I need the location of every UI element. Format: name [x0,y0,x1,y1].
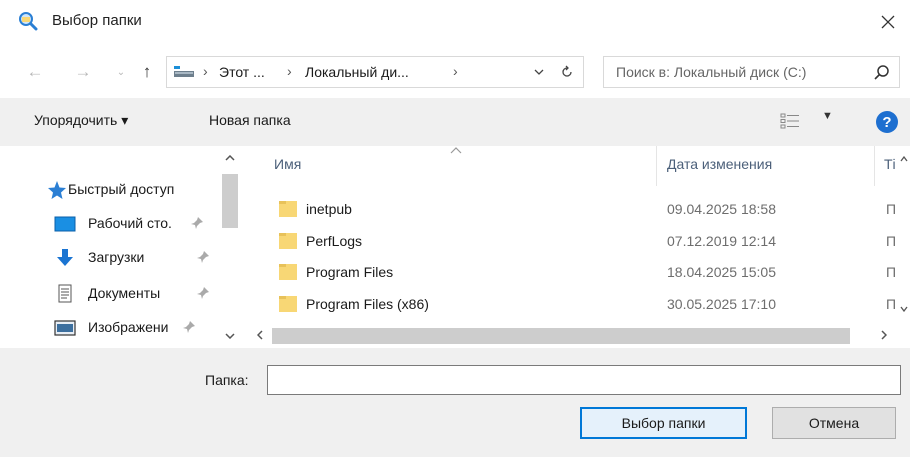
search-input[interactable]: Поиск в: Локальный диск (C:) [616,64,806,80]
folder-search-icon [19,12,38,31]
nav-item-desktop[interactable]: Рабочий сто. [0,210,218,238]
star-icon [48,181,66,199]
column-header-name[interactable]: Имя [274,156,301,172]
breadcrumb-local-disk[interactable]: Локальный ди... [305,64,409,80]
table-row[interactable]: Program Files 18.04.2025 15:05 П [262,257,910,289]
chevron-up-icon [225,155,235,161]
window-title: Выбор папки [52,12,142,29]
search-box[interactable]: Поиск в: Локальный диск (C:) [603,56,900,88]
nav-item-documents[interactable]: Документы [0,280,218,308]
arrow-left-icon: ← [26,62,44,81]
chevron-down-icon: ⌄ [116,66,126,78]
new-folder-button[interactable]: Новая папка [209,112,291,128]
navigation-pane: Быстрый доступ Рабочий сто. Загрузки Док… [0,146,246,348]
sort-ascending-icon [450,147,462,154]
recent-locations-button[interactable]: ⌄ [108,58,134,86]
nav-item-downloads[interactable]: Загрузки [0,244,218,272]
column-header-date[interactable]: Дата изменения [667,156,772,172]
chevron-up-icon [900,156,908,162]
select-folder-button[interactable]: Выбор папки [580,407,747,439]
folder-label: Папка: [205,372,249,388]
file-list: Имя Дата изменения Ті inetpub 09.04.2025… [262,146,910,348]
close-icon [881,15,895,29]
scroll-right-button[interactable] [876,326,892,344]
file-list-vertical-scrollbar[interactable] [898,146,910,322]
scroll-thumb[interactable] [272,328,850,344]
table-row[interactable]: Program Files (x86) 30.05.2025 17:10 П [262,289,910,321]
help-icon[interactable]: ? [876,111,898,133]
folder-icon [279,264,297,280]
chevron-down-icon [534,69,544,75]
chevron-right-icon [881,330,887,340]
refresh-icon [562,65,572,77]
pin-icon [197,287,209,299]
folder-name-input[interactable] [267,365,901,395]
image-icon [54,320,76,336]
up-button[interactable]: ↑ [134,58,160,86]
view-options-dropdown[interactable]: ▼ [822,110,833,122]
chevron-down-icon [225,333,235,339]
computer-icon [174,66,194,77]
chevron-down-icon [900,306,908,312]
arrow-up-icon: ↑ [142,62,152,81]
column-header-type[interactable]: Ті [884,156,896,172]
scroll-down-button[interactable] [222,328,238,344]
chevron-left-icon [257,330,263,340]
address-bar[interactable]: › Этот ... › Локальный ди... › [166,56,584,88]
folder-icon [279,296,297,312]
desktop-icon [54,216,76,232]
back-button[interactable]: ← [22,58,48,86]
folder-icon [279,233,297,249]
view-details-icon[interactable] [780,112,800,130]
address-dropdown-button[interactable] [529,62,549,82]
nav-item-pictures[interactable]: Изображени [0,314,218,342]
refresh-button[interactable] [555,62,579,82]
search-icon[interactable] [872,63,892,83]
cancel-button[interactable]: Отмена [772,407,896,439]
title-bar: Выбор папки [0,0,910,44]
pin-icon [197,251,209,263]
nav-pane-scrollbar[interactable] [218,146,242,348]
pin-icon [183,321,195,333]
pin-icon [191,217,203,229]
document-icon [58,284,72,303]
table-row[interactable]: PerfLogs 07.12.2019 12:14 П [262,226,910,258]
scroll-left-button[interactable] [252,326,268,344]
command-toolbar: Упорядочить ▾ Новая папка ▼ ? [0,98,910,146]
scroll-thumb[interactable] [222,174,238,228]
nav-item-quick-access[interactable]: Быстрый доступ [0,176,218,204]
dialog-footer: Папка: Выбор папки Отмена [0,348,910,457]
table-row[interactable]: inetpub 09.04.2025 18:58 П [262,194,910,226]
organize-button[interactable]: Упорядочить ▾ [34,112,128,129]
forward-button[interactable]: → [70,58,96,86]
scroll-up-button[interactable] [222,150,238,166]
close-button[interactable] [868,4,908,40]
folder-icon [279,201,297,217]
breadcrumb-this-pc[interactable]: Этот ... [219,64,265,80]
arrow-right-icon: → [74,62,92,81]
download-icon [57,249,73,266]
file-list-horizontal-scrollbar[interactable] [246,322,910,348]
